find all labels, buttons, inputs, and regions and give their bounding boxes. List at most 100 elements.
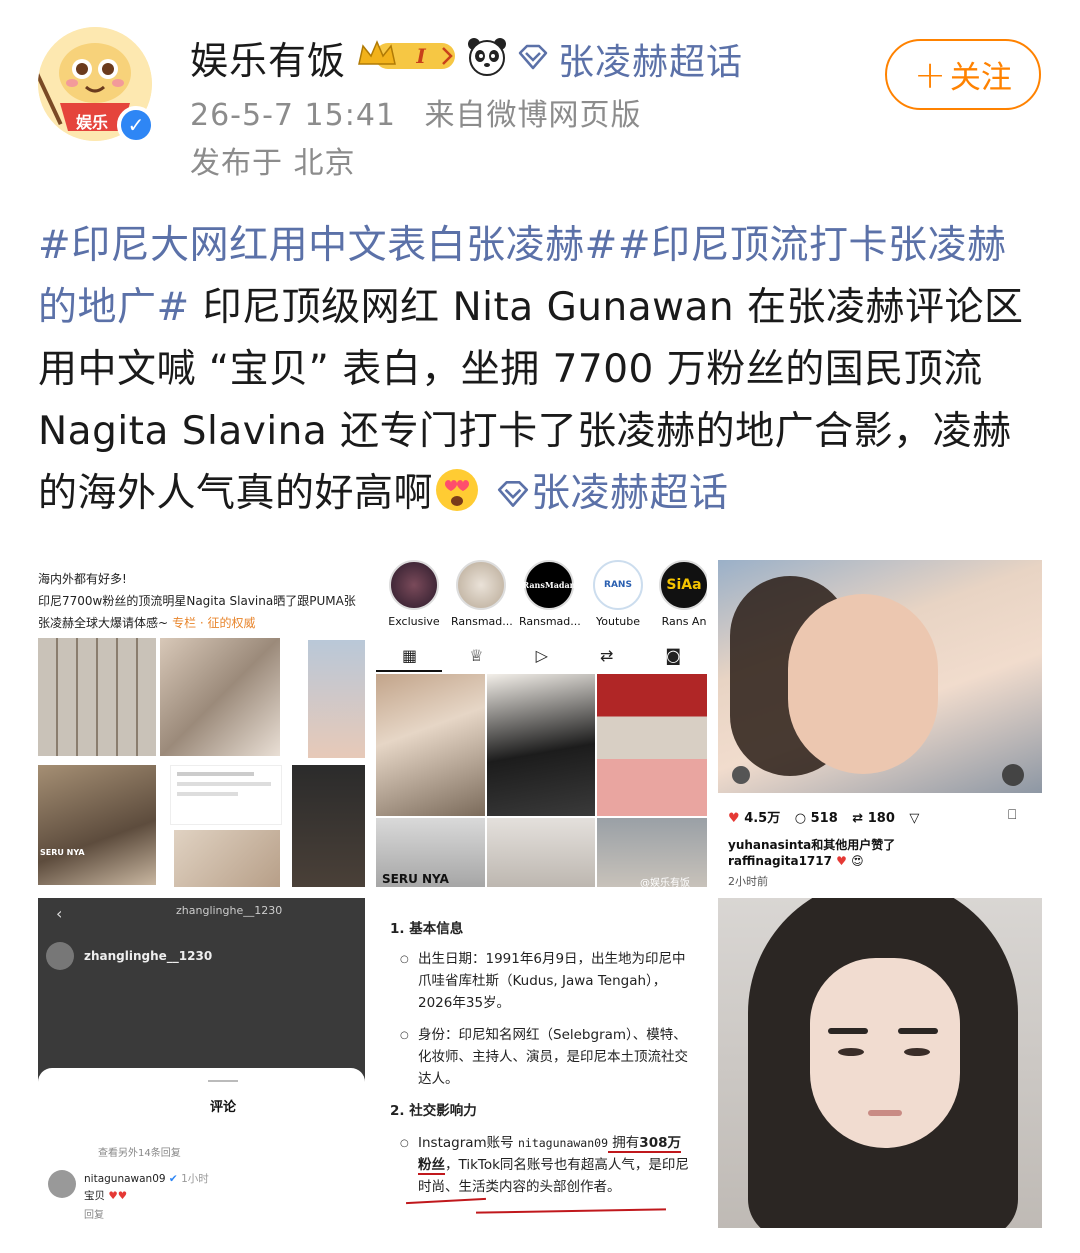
portrait-face — [810, 958, 960, 1148]
super-topic-link[interactable]: 张凌赫超话 — [558, 33, 743, 85]
post-location: 发布于 北京 — [190, 146, 356, 181]
story-thumb: RansMadan — [523, 560, 575, 610]
selfie-photo — [308, 640, 365, 758]
grid-photo — [376, 674, 485, 816]
section-heading: 1. 基本信息 — [390, 921, 464, 937]
reels-tab-icon[interactable]: ▷ — [536, 646, 548, 665]
panda-icon — [468, 38, 506, 76]
like-count: 4.5万 — [744, 811, 781, 826]
story-label: Ransmad... — [451, 615, 513, 628]
story-highlight: SiAa Rans An — [654, 560, 707, 628]
column-tag: 专栏 · 征的权威 — [172, 616, 256, 630]
image-caption-text: 张凌赫全球大爆请体感~ — [38, 616, 169, 630]
commenter-name[interactable]: nitagunawan09 — [84, 1173, 166, 1185]
poster-text: SERU NYA — [40, 848, 85, 857]
story-highlight: Ransmad... — [451, 560, 513, 628]
grid-tab-icon[interactable]: ▦ — [402, 646, 417, 665]
super-topic-label: 张凌赫超话 — [531, 471, 729, 516]
commenter-line: nitagunawan09 ✔ 1小时 — [84, 1171, 209, 1186]
avatar[interactable] — [46, 942, 74, 970]
super-topic-diamond-icon — [518, 44, 548, 70]
repost-count: 180 — [867, 811, 895, 826]
tagged-tab-icon[interactable]: ◙ — [665, 646, 681, 665]
sheet-handle[interactable] — [208, 1080, 238, 1082]
top-handle: zhanglinghe__1230 — [176, 904, 283, 917]
image-caption-line: 张凌赫全球大爆请体感~ 专栏 · 征的权威 — [38, 614, 256, 631]
profile-tab-bar: ▦ ♕ ▷ ⇄ ◙ — [376, 640, 707, 670]
liked-by-user: raffinagita1717 — [728, 854, 832, 868]
post-time: 2小时前 — [728, 875, 768, 887]
crown-tab-icon[interactable]: ♕ — [469, 646, 483, 665]
story-highlight: RANS Youtube — [588, 560, 648, 628]
image-caption-line: 印尼7700w粉丝的顶流明星Nagita Slavina晒了跟PUMA张 — [38, 594, 356, 608]
photo-collage — [174, 830, 280, 887]
bullet-text: Instagram账号 nitagunawan09 拥有308万粉丝，TikTo… — [418, 1132, 690, 1198]
comment-count: 518 — [810, 811, 838, 826]
post-image-2[interactable]: Exclusive Ransmad... RansMadan Ransmad..… — [376, 560, 707, 887]
view-more-replies[interactable]: 查看另外14条回复 — [98, 1144, 181, 1159]
user-icon[interactable] — [732, 766, 750, 784]
grid-photo — [487, 674, 595, 816]
post-source: 来自微博网页版 — [424, 98, 642, 133]
story-thumb: SiAa — [659, 560, 707, 610]
bullet-text: 身份：印尼知名网红（Selebgram）、模特、化妆师、主持人、演员，是印尼本土… — [418, 1027, 688, 1087]
commenter-avatar[interactable] — [48, 1170, 76, 1198]
like-icon[interactable]: ♥ — [728, 811, 740, 826]
liked-by-line: yuhanasinta和其他用户赞了 — [728, 838, 896, 852]
photo-collage — [160, 638, 280, 756]
bullet-icon: ○ — [400, 1138, 409, 1149]
hashtag-link[interactable]: #印尼大网红用中文表白张凌赫# — [38, 223, 618, 268]
hand-drawn-underline — [475, 1208, 667, 1214]
back-arrow-icon[interactable]: ‹ — [56, 904, 62, 923]
share-icon[interactable]: ▽ — [909, 811, 919, 826]
comment-text: 宝贝 — [84, 1190, 105, 1202]
super-topic-link[interactable]: 张凌赫超话 — [495, 471, 729, 516]
active-tab-indicator — [376, 670, 442, 672]
lips — [868, 1110, 902, 1116]
selfie-photo — [718, 560, 1042, 793]
plus-icon: + — [914, 52, 946, 97]
member-level-text: I — [415, 44, 426, 68]
post-body: #印尼大网红用中文表白张凌赫##印尼顶流打卡张凌赫的地广# 印尼顶级网红 Nit… — [38, 215, 1043, 525]
eyebrow — [898, 1028, 938, 1034]
bookmark-icon[interactable]: ⎕ — [1008, 807, 1016, 823]
eye — [904, 1048, 930, 1056]
eye — [838, 1048, 864, 1056]
live-screenshot — [292, 765, 365, 887]
heart-eyes-icon: 😍 — [851, 854, 864, 868]
bullet-text-part: ，TikTok同名账号也有超高人气，是印尼时尚、生活类内容的头部创作者。 — [418, 1157, 689, 1195]
bullet-text: 出生日期：1991年6月9日，出生地为印尼中爪哇省库杜斯（Kudus, Jawa… — [418, 951, 686, 1011]
story-thumb — [389, 560, 439, 610]
story-highlight: Exclusive — [384, 560, 444, 628]
avatar-text: 娱乐 — [76, 113, 109, 132]
comment-icon[interactable]: ○ — [795, 811, 806, 826]
story-label: Exclusive — [388, 615, 440, 628]
member-crown-icon[interactable]: I — [355, 38, 459, 74]
bullet-icon: ○ — [400, 1030, 409, 1041]
ig-handle: nitagunawan09 — [517, 1136, 608, 1150]
super-topic-diamond-icon — [497, 481, 529, 507]
username[interactable]: 娱乐有饭 — [190, 30, 346, 85]
post-image-6[interactable] — [718, 898, 1042, 1228]
post-timestamp: 26-5-7 15:41 — [190, 98, 396, 133]
mute-icon[interactable] — [1002, 764, 1024, 786]
heart-icon: ♥ — [836, 854, 847, 868]
post-image-5[interactable]: 1. 基本信息 出生日期：1991年6月9日，出生地为印尼中爪哇省库杜斯（Kud… — [376, 898, 707, 1228]
comment-time: 1小时 — [181, 1173, 209, 1185]
follow-button[interactable]: + 关注 — [885, 39, 1041, 110]
post-image-3[interactable]: ♥ 4.5万 ○ 518 ⇄ 180 ▽ ⎕ yuhanasinta和其他用户赞… — [718, 560, 1042, 887]
eyebrow — [828, 1028, 868, 1034]
post-image-4[interactable]: ‹ zhanglinghe__1230 zhanglinghe__1230 评论… — [38, 898, 365, 1228]
post-image-1[interactable]: 海内外都有好多! 印尼7700w粉丝的顶流明星Nagita Slavina晒了跟… — [38, 560, 365, 887]
repost-tab-icon[interactable]: ⇄ — [600, 646, 613, 665]
bullet-text-part: 拥有 — [608, 1135, 640, 1153]
comment-sheet: 评论 查看另外14条回复 nitagunawan09 ✔ 1小时 宝贝 ♥♥ 回… — [38, 1068, 365, 1228]
profile-handle: zhanglinghe__1230 — [84, 949, 213, 963]
reply-link[interactable]: 回复 — [84, 1206, 104, 1221]
liked-by-line: raffinagita1717 ♥ 😍 — [728, 854, 864, 868]
heart-icon: ♥♥ — [108, 1190, 128, 1202]
repost-icon[interactable]: ⇄ — [852, 811, 863, 826]
bullet-text-part: Instagram账号 — [418, 1135, 518, 1151]
bullet-icon: ○ — [400, 954, 409, 965]
comment-card — [170, 765, 282, 825]
